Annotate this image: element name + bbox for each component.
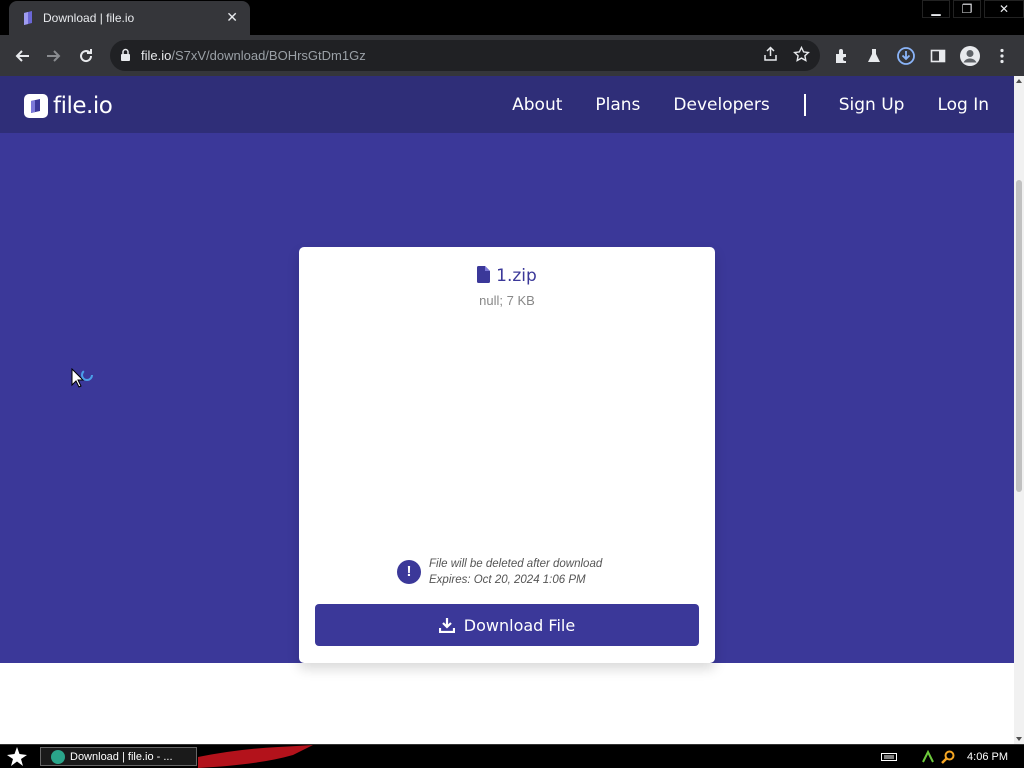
taskbar-browser-button[interactable]: Download | file.io - ... — [40, 747, 197, 766]
busy-cursor-icon — [71, 368, 93, 388]
nav-signup-link[interactable]: Sign Up — [839, 95, 905, 115]
main-nav: About Plans Developers Sign Up Log In — [479, 94, 989, 116]
scroll-down-icon[interactable] — [1016, 737, 1022, 741]
file-name-row: 1.zip — [299, 266, 715, 286]
expiry-notice: ! File will be deleted after download Ex… — [397, 556, 602, 588]
file-name: 1.zip — [496, 266, 537, 286]
tab-close-icon[interactable]: ✕ — [226, 9, 238, 26]
browser-menu-icon[interactable] — [990, 44, 1014, 68]
minimize-icon[interactable]: ▁ — [922, 0, 950, 18]
browser-app-icon — [51, 749, 65, 764]
back-icon[interactable] — [10, 44, 34, 68]
notice-delete-text: File will be deleted after download — [429, 558, 603, 570]
share-icon[interactable] — [762, 46, 779, 63]
scroll-up-icon[interactable] — [1016, 79, 1022, 83]
bookmark-star-icon[interactable] — [793, 46, 810, 63]
system-tray: 4:06 PM — [881, 745, 1024, 768]
window-close-icon[interactable]: ✕ — [984, 0, 1024, 18]
fileio-favicon-icon — [24, 11, 32, 25]
browser-tab[interactable]: Download | file.io ✕ — [9, 1, 250, 35]
url-text: file.io/S7xV/download/BOHrsGtDm1Gz — [141, 48, 366, 63]
network-icon[interactable] — [921, 749, 935, 764]
search-tray-icon[interactable] — [941, 750, 955, 764]
window-controls: ▁ ❐ ✕ — [919, 0, 1024, 18]
reload-icon[interactable] — [74, 44, 98, 68]
downloads-icon[interactable] — [894, 44, 918, 68]
scrollbar-thumb[interactable] — [1016, 180, 1022, 492]
page-scrollbar[interactable] — [1014, 76, 1024, 744]
notice-text: File will be deleted after download Expi… — [429, 556, 602, 588]
address-bar[interactable]: file.io/S7xV/download/BOHrsGtDm1Gz — [110, 40, 820, 71]
forward-icon[interactable] — [42, 44, 66, 68]
file-meta: null; 7 KB — [479, 293, 535, 308]
notice-expires-text: Expires: Oct 20, 2024 1:06 PM — [429, 574, 586, 586]
nav-developers-link[interactable]: Developers — [673, 95, 769, 115]
os-taskbar: Download | file.io - ... 4:06 PM — [0, 744, 1024, 768]
screen: Download | file.io ✕ ▁ ❐ ✕ file.io/S7xV/… — [0, 0, 1024, 768]
download-icon — [438, 618, 455, 633]
labs-flask-icon[interactable] — [862, 44, 886, 68]
taskbar-button-label: Download | file.io - ... — [70, 750, 173, 763]
tab-title: Download | file.io — [43, 11, 135, 25]
start-menu-icon[interactable] — [6, 747, 28, 766]
nav-login-link[interactable]: Log In — [937, 95, 989, 115]
profile-avatar-icon[interactable] — [958, 44, 982, 68]
download-file-button[interactable]: Download File — [315, 604, 699, 646]
exclamation-icon: ! — [397, 560, 421, 584]
nav-divider — [803, 94, 806, 116]
file-icon — [477, 266, 491, 283]
taskbar-decoration — [198, 745, 313, 768]
lock-icon — [121, 48, 130, 61]
nav-plans-link[interactable]: Plans — [595, 95, 640, 115]
site-header: file.io About Plans Developers Sign Up L… — [0, 76, 1014, 133]
download-button-label: Download File — [463, 615, 576, 635]
nav-about-link[interactable]: About — [512, 95, 562, 115]
browser-toolbar: file.io/S7xV/download/BOHrsGtDm1Gz — [0, 35, 1024, 76]
side-panel-icon[interactable] — [926, 44, 950, 68]
logo-text: file.io — [53, 93, 113, 119]
browser-tabstrip: Download | file.io ✕ ▁ ❐ ✕ — [0, 0, 1024, 35]
fileio-logo-icon — [24, 94, 48, 118]
download-card: 1.zip null; 7 KB ! File will be deleted … — [299, 247, 715, 663]
taskbar-clock: 4:06 PM — [967, 750, 1008, 763]
keyboard-icon[interactable] — [881, 752, 898, 762]
extensions-icon[interactable] — [830, 44, 854, 68]
web-page: file.io About Plans Developers Sign Up L… — [0, 76, 1014, 744]
site-logo[interactable]: file.io — [24, 93, 113, 119]
restore-icon[interactable]: ❐ — [953, 0, 981, 18]
